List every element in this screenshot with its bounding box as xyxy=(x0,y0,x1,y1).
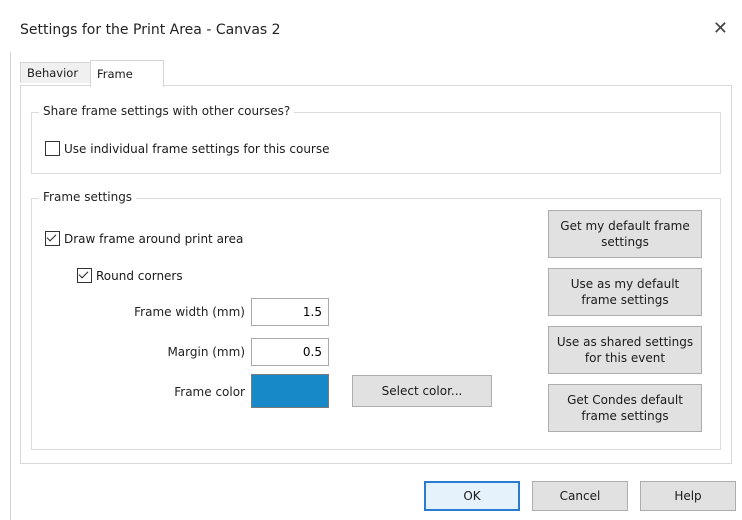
dialog-title: Settings for the Print Area - Canvas 2 xyxy=(20,22,281,38)
frame-width-label: Frame width (mm) xyxy=(134,305,245,319)
share-settings-group-label: Share frame settings with other courses? xyxy=(39,104,295,118)
frame-settings-group-label: Frame settings xyxy=(39,190,137,204)
use-as-default-frame-settings-button[interactable]: Use as my default frame settings xyxy=(548,268,702,316)
ok-button[interactable]: OK xyxy=(424,481,520,511)
help-button[interactable]: Help xyxy=(640,481,736,511)
checkbox-box xyxy=(45,141,60,156)
tab-behavior[interactable]: Behavior xyxy=(20,62,94,83)
close-icon[interactable]: ✕ xyxy=(713,18,728,39)
get-default-frame-settings-button[interactable]: Get my default frame settings xyxy=(548,210,702,258)
select-color-button[interactable]: Select color... xyxy=(352,375,492,407)
title-bar: Settings for the Print Area - Canvas 2 ✕ xyxy=(10,0,742,52)
frame-color-swatch[interactable] xyxy=(251,374,329,408)
draw-frame-label: Draw frame around print area xyxy=(64,231,244,246)
checkbox-box-checked xyxy=(45,231,60,246)
margin-input[interactable] xyxy=(251,338,329,366)
use-as-shared-settings-button[interactable]: Use as shared settings for this event xyxy=(548,326,702,374)
get-condes-default-settings-button[interactable]: Get Condes default frame settings xyxy=(548,384,702,432)
margin-label: Margin (mm) xyxy=(167,345,245,359)
round-corners-checkbox[interactable]: Round corners xyxy=(77,268,183,283)
use-individual-settings-checkbox[interactable]: Use individual frame settings for this c… xyxy=(45,141,330,156)
tab-panel-frame: Share frame settings with other courses?… xyxy=(20,85,732,464)
checkbox-box-checked xyxy=(77,268,92,283)
window-left-edge xyxy=(0,0,11,520)
frame-color-label: Frame color xyxy=(174,385,245,399)
round-corners-label: Round corners xyxy=(96,268,183,283)
tab-frame[interactable]: Frame xyxy=(90,60,164,87)
checkbox-label: Use individual frame settings for this c… xyxy=(64,141,330,156)
frame-width-input[interactable] xyxy=(251,298,329,326)
cancel-button[interactable]: Cancel xyxy=(532,481,628,511)
draw-frame-checkbox[interactable]: Draw frame around print area xyxy=(45,231,243,246)
